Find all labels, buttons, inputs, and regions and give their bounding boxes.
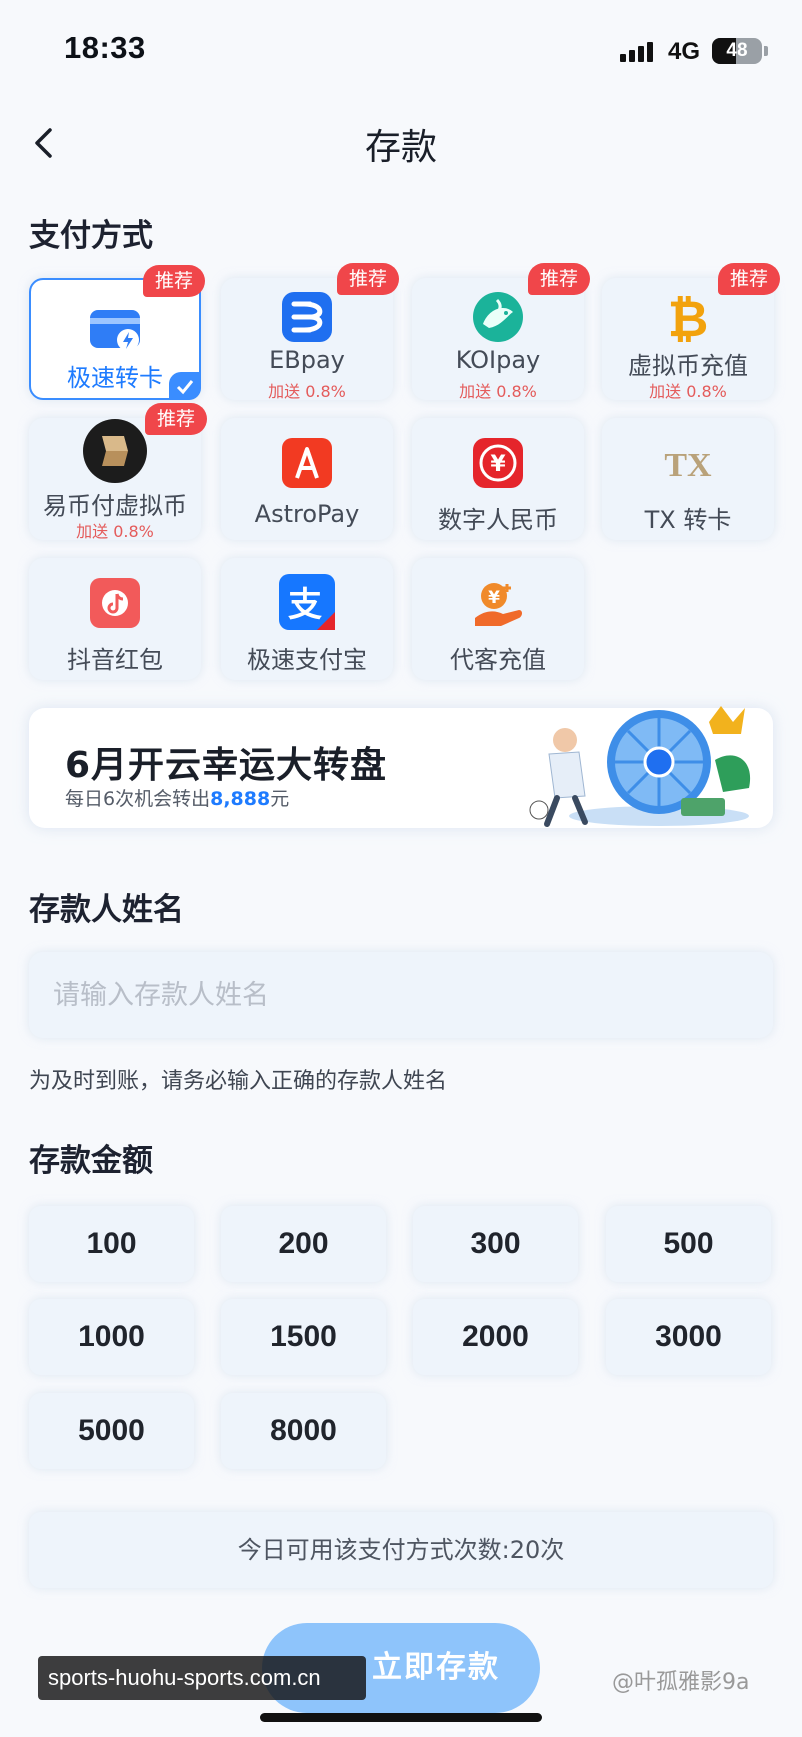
recommend-badge: 推荐 [718, 263, 780, 295]
douyin-redpacket-icon [90, 578, 140, 628]
agent-recharge-icon: ¥ [475, 583, 522, 626]
bonus-text: 加送 0.8% [268, 382, 346, 401]
network-type: 4G [668, 38, 701, 65]
payment-method-fast-card[interactable]: 极速转卡 推荐 [29, 265, 205, 400]
amount-option[interactable]: 1000 [29, 1299, 194, 1375]
payment-method-astropay[interactable]: AstroPay [221, 418, 393, 540]
recommend-badge: 推荐 [337, 263, 399, 295]
payment-method-agent[interactable]: ¥ 代客充值 [412, 558, 584, 680]
svg-text:¥: ¥ [488, 588, 500, 608]
astropay-icon [282, 438, 332, 488]
tx-icon: TX [664, 447, 712, 484]
svg-text:TX: TX [664, 447, 712, 484]
status-time: 18:33 [64, 30, 146, 65]
banner-title: 6月开云幸运大转盘 [65, 745, 388, 786]
payment-method-label: 虚拟币充值 [628, 352, 748, 380]
bonus-text: 加送 0.8% [76, 522, 154, 541]
amount-option[interactable]: 2000 [413, 1299, 578, 1375]
payment-method-koipay[interactable]: KOIpay 加送 0.8% 推荐 [412, 263, 590, 401]
amount-option[interactable]: 5000 [29, 1393, 194, 1469]
card-bolt-icon [90, 310, 140, 351]
payment-method-label: 代客充值 [450, 646, 546, 674]
payment-method-label: TX 转卡 [644, 506, 732, 534]
battery-tip [764, 46, 768, 56]
signal-icon [620, 40, 656, 62]
amount-option[interactable]: 500 [606, 1206, 771, 1282]
svg-text:¥: ¥ [490, 452, 506, 477]
depositor-hint: 为及时到账，请务必输入正确的存款人姓名 [29, 1069, 448, 1094]
page-title: 存款 [364, 127, 437, 168]
home-indicator [260, 1713, 542, 1722]
lucky-wheel-illustration [529, 706, 751, 827]
bonus-text: 加送 0.8% [649, 382, 727, 401]
usage-limit-text: 今日可用该支付方式次数:20次 [29, 1512, 773, 1588]
payment-method-label: AstroPay [254, 500, 360, 528]
back-button[interactable] [24, 118, 64, 168]
payment-method-label: 易币付虚拟币 [43, 492, 187, 520]
recommend-badge: 推荐 [145, 403, 207, 435]
svg-text:支: 支 [288, 585, 322, 625]
watermark-text: sports-huohu-sports.com.cn [38, 1656, 366, 1700]
bitcoin-icon: ₿ [668, 290, 709, 344]
battery-icon: 48 [712, 38, 762, 64]
koi-fish-icon [473, 292, 523, 342]
payment-method-label: 数字人民币 [438, 506, 558, 534]
payment-method-label: KOIpay [455, 346, 541, 374]
payment-method-label: 极速支付宝 [247, 646, 367, 674]
selected-check-icon [169, 372, 201, 400]
banner-subtitle-text: 每日6次机会转出 [65, 788, 211, 810]
payment-method-label: 抖音红包 [67, 646, 163, 674]
digital-rmb-icon: ¥ [473, 438, 523, 488]
recommend-badge: 推荐 [528, 263, 590, 295]
svg-text:₿: ₿ [668, 290, 709, 344]
payment-section-title: 支付方式 [29, 218, 153, 254]
amount-option[interactable]: 8000 [221, 1393, 386, 1469]
yibifu-icon [83, 419, 147, 483]
alipay-icon: 支 [279, 574, 335, 630]
recommend-badge: 推荐 [143, 265, 205, 297]
payment-method-alipay[interactable]: 支 极速支付宝 [221, 558, 393, 680]
banner-subtitle-suffix: 元 [270, 788, 290, 810]
payment-method-douyin[interactable]: 抖音红包 [29, 558, 201, 680]
depositor-section-title: 存款人姓名 [29, 892, 184, 928]
battery-level: 48 [726, 40, 748, 61]
amount-option[interactable]: 200 [221, 1206, 386, 1282]
amount-option[interactable]: 100 [29, 1206, 194, 1282]
payment-method-ebpay[interactable]: EBpay 加送 0.8% 推荐 [221, 263, 399, 401]
amount-section-title: 存款金额 [29, 1143, 153, 1179]
payment-method-label: EBpay [269, 346, 345, 374]
payment-method-digital-rmb[interactable]: ¥ 数字人民币 [412, 418, 584, 540]
amount-option[interactable]: 3000 [606, 1299, 771, 1375]
amount-option[interactable]: 1500 [221, 1299, 386, 1375]
payment-method-crypto[interactable]: ₿ 虚拟币充值 加送 0.8% 推荐 [602, 263, 780, 401]
depositor-name-input[interactable] [29, 952, 773, 1038]
amount-option[interactable]: 300 [413, 1206, 578, 1282]
payment-method-yibifu[interactable]: 易币付虚拟币 加送 0.8% 推荐 [29, 403, 207, 541]
chevron-left-icon [35, 128, 52, 158]
banner-amount: 8,888 [210, 788, 271, 810]
lucky-wheel-banner[interactable]: 6月开云幸运大转盘 每日6次机会转出8,888元 [29, 706, 773, 828]
credit-text: @叶孤雅影9a [612, 1670, 750, 1695]
ebpay-icon [282, 292, 332, 342]
bonus-text: 加送 0.8% [459, 382, 537, 401]
payment-method-tx-card[interactable]: TX TX 转卡 [602, 418, 774, 540]
banner-subtitle: 每日6次机会转出8,888元 [65, 784, 289, 811]
